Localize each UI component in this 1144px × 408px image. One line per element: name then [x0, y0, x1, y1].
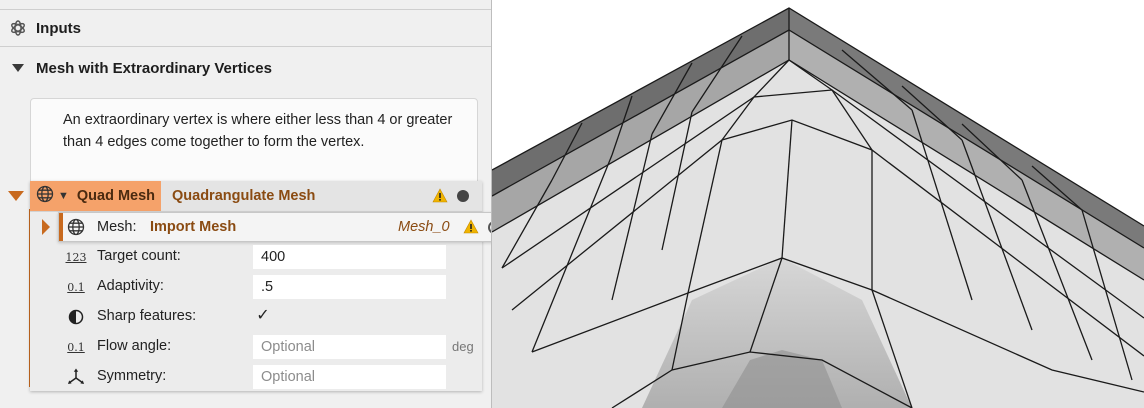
mesh-input-operation: Import Mesh: [150, 219, 237, 235]
node-title-chip[interactable]: ▼ Quad Mesh: [30, 181, 161, 211]
inputs-title: Inputs: [36, 19, 81, 37]
input-accent-bar: [59, 213, 63, 241]
decimal-icon: 0.1: [67, 340, 85, 354]
param-label: Adaptivity:: [97, 278, 164, 294]
gear-flower-icon: [0, 19, 36, 37]
description-box: An extraordinary vertex is where either …: [30, 98, 478, 188]
mesh-input-value: Mesh_0: [398, 219, 450, 235]
param-flow-angle: 0.1 Flow angle: deg: [60, 332, 480, 362]
param-symmetry: Symmetry:: [60, 362, 480, 392]
mesh-input-row[interactable]: Mesh: Import Mesh Mesh_0: [58, 212, 491, 242]
param-label: Symmetry:: [97, 368, 167, 384]
mesh-render: [492, 7, 1144, 408]
description-text: An extraordinary vertex is where either …: [63, 112, 453, 150]
target-count-field[interactable]: [253, 245, 446, 269]
mesh-input-label: Mesh:: [97, 219, 137, 235]
param-label: Target count:: [97, 248, 181, 264]
param-adaptivity: 0.1 Adaptivity:: [60, 272, 480, 302]
chevron-down-icon[interactable]: [0, 63, 36, 73]
node-operation: Quadrangulate Mesh: [172, 188, 316, 204]
decimal-icon: 0.1: [67, 280, 85, 294]
param-label: Flow angle:: [97, 338, 172, 354]
mesh-section-header[interactable]: Mesh with Extraordinary Vertices: [0, 50, 491, 86]
warning-icon: [432, 188, 448, 208]
axes-icon: [64, 367, 88, 387]
node-header[interactable]: ▼ Quad Mesh Quadrangulate Mesh: [30, 181, 482, 212]
status-dot[interactable]: [457, 190, 469, 202]
param-label: Sharp features:: [97, 308, 197, 324]
param-sharp-features: Sharp features: ✓: [60, 302, 480, 332]
param-target-count: 123 Target count:: [60, 242, 480, 272]
half-circle-icon: [64, 307, 88, 327]
globe-icon: [36, 185, 54, 208]
inputs-section-header[interactable]: Inputs: [0, 9, 491, 47]
sharp-features-checkbox[interactable]: ✓: [253, 306, 273, 326]
flow-angle-field[interactable]: [253, 335, 446, 359]
node-collapse-toggle[interactable]: [8, 189, 24, 203]
adaptivity-field[interactable]: [253, 275, 446, 299]
globe-icon: [67, 218, 85, 241]
symmetry-field[interactable]: [253, 365, 446, 389]
node-title: Quad Mesh: [76, 188, 156, 204]
chevron-down-icon[interactable]: ▼: [58, 190, 69, 202]
3d-viewport[interactable]: [492, 0, 1144, 408]
warning-icon: [463, 219, 479, 239]
inputs-panel: Inputs Mesh with Extraordinary Vertices …: [0, 0, 492, 408]
mesh-section-title: Mesh with Extraordinary Vertices: [36, 59, 272, 77]
input-expand-toggle[interactable]: [41, 219, 51, 240]
number-123-icon: 123: [65, 250, 87, 264]
flow-angle-unit: deg: [452, 339, 474, 354]
